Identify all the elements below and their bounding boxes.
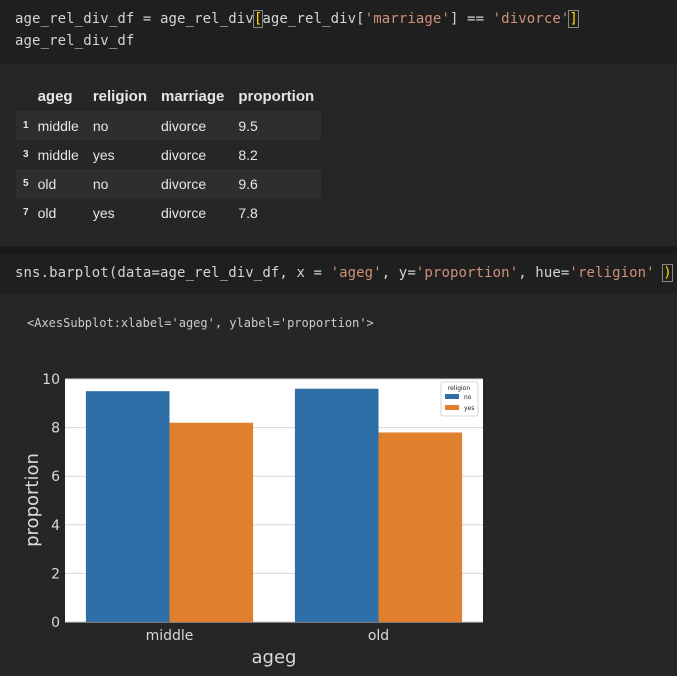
x-tick-label: middle	[146, 628, 194, 644]
cell-marriage: divorce	[160, 146, 207, 163]
output-repr-text: <AxesSubplot:xlabel='ageg', ylabel='prop…	[27, 316, 374, 330]
bracket-highlight: ]	[568, 10, 579, 28]
y-tick-label: 4	[51, 518, 60, 534]
cell-marriage: divorce	[160, 117, 207, 134]
cell-proportion: 7.8	[238, 204, 258, 221]
string-literal: 'divorce'	[492, 11, 570, 27]
code-cell-barplot[interactable]: sns.barplot(data=age_rel_div_df, x = 'ag…	[0, 254, 677, 294]
string-literal: 'proportion'	[415, 265, 519, 281]
code-cell-filter[interactable]: age_rel_div_df = age_rel_div[age_rel_div…	[0, 0, 677, 64]
y-tick-label: 10	[42, 372, 60, 388]
legend-title: religion	[448, 385, 471, 392]
cell-ageg: middle	[37, 146, 79, 163]
x-axis-label: ageg	[252, 647, 297, 668]
row-index: 7	[23, 207, 29, 218]
cell-marriage: divorce	[160, 175, 207, 192]
header-ageg: ageg	[37, 88, 73, 105]
code-token: , hue=	[518, 265, 570, 281]
x-tick-label: old	[368, 628, 389, 644]
y-axis-label: proportion	[22, 453, 43, 547]
bar-old-yes	[378, 432, 463, 622]
code-token: ] ==	[450, 11, 493, 27]
cell-religion: no	[92, 117, 109, 134]
legend-swatch-yes	[445, 405, 459, 410]
bracket-highlight: )	[662, 264, 673, 282]
bar-middle-no	[85, 391, 170, 622]
y-tick-label: 0	[51, 615, 60, 631]
string-literal: 'religion'	[569, 265, 655, 281]
header-proportion: proportion	[238, 88, 315, 105]
bar-middle-yes	[169, 422, 254, 622]
row-index: 3	[23, 149, 29, 160]
cell-separator	[0, 246, 677, 254]
legend-label-yes: yes	[464, 405, 474, 412]
row-index: 5	[23, 178, 29, 189]
code-token: sns.barplot(data=age_rel_div_df, x =	[15, 265, 331, 281]
cell-ageg: old	[37, 175, 57, 192]
cell-religion: yes	[92, 204, 115, 221]
header-index	[16, 82, 31, 111]
code-line-1: age_rel_div_df = age_rel_div[age_rel_div…	[15, 9, 579, 29]
x-ticks: middle old	[146, 628, 390, 644]
code-line-2: age_rel_div_df	[15, 33, 135, 49]
header-marriage: marriage	[160, 88, 225, 105]
table-header-row: ageg religion marriage proportion	[16, 82, 322, 111]
string-literal: 'marriage'	[364, 11, 450, 27]
bar-old-no	[294, 388, 379, 622]
cell-proportion: 8.2	[238, 146, 258, 163]
y-ticks: 0 2 4 6 8 10	[42, 372, 60, 631]
cell-ageg: middle	[37, 117, 79, 134]
code-token: age_rel_div[	[262, 11, 365, 27]
code-token: age_rel_div_df = age_rel_div	[15, 11, 254, 27]
cell-proportion: 9.6	[238, 175, 258, 192]
cell-proportion: 9.5	[238, 117, 258, 134]
y-tick-label: 8	[51, 421, 60, 437]
y-tick-label: 6	[51, 469, 60, 485]
string-literal: 'ageg'	[330, 265, 382, 281]
legend: religion no yes	[440, 381, 479, 417]
table-row: 7 old yes divorce 7.8	[16, 198, 322, 227]
table-row: 3 middle yes divorce 8.2	[16, 140, 322, 169]
table-row: 1 middle no divorce 9.5	[16, 111, 322, 140]
bar-chart: 0 2 4 6 8 10 middle old ageg proportion religi…	[22, 372, 483, 668]
code-token: , y=	[381, 265, 416, 281]
legend-label-no: no	[464, 394, 472, 401]
cell-ageg: old	[37, 204, 57, 221]
legend-swatch-no	[445, 394, 459, 399]
cell-religion: yes	[92, 146, 115, 163]
row-index: 1	[23, 120, 29, 131]
cell-religion: no	[92, 175, 109, 192]
code-line-barplot: sns.barplot(data=age_rel_div_df, x = 'ag…	[15, 263, 673, 283]
table-row: 5 old no divorce 9.6	[16, 169, 322, 198]
y-tick-label: 2	[51, 566, 60, 582]
header-religion: religion	[92, 88, 147, 105]
dataframe-table: ageg religion marriage proportion 1 midd…	[16, 82, 322, 227]
cell-marriage: divorce	[160, 204, 207, 221]
